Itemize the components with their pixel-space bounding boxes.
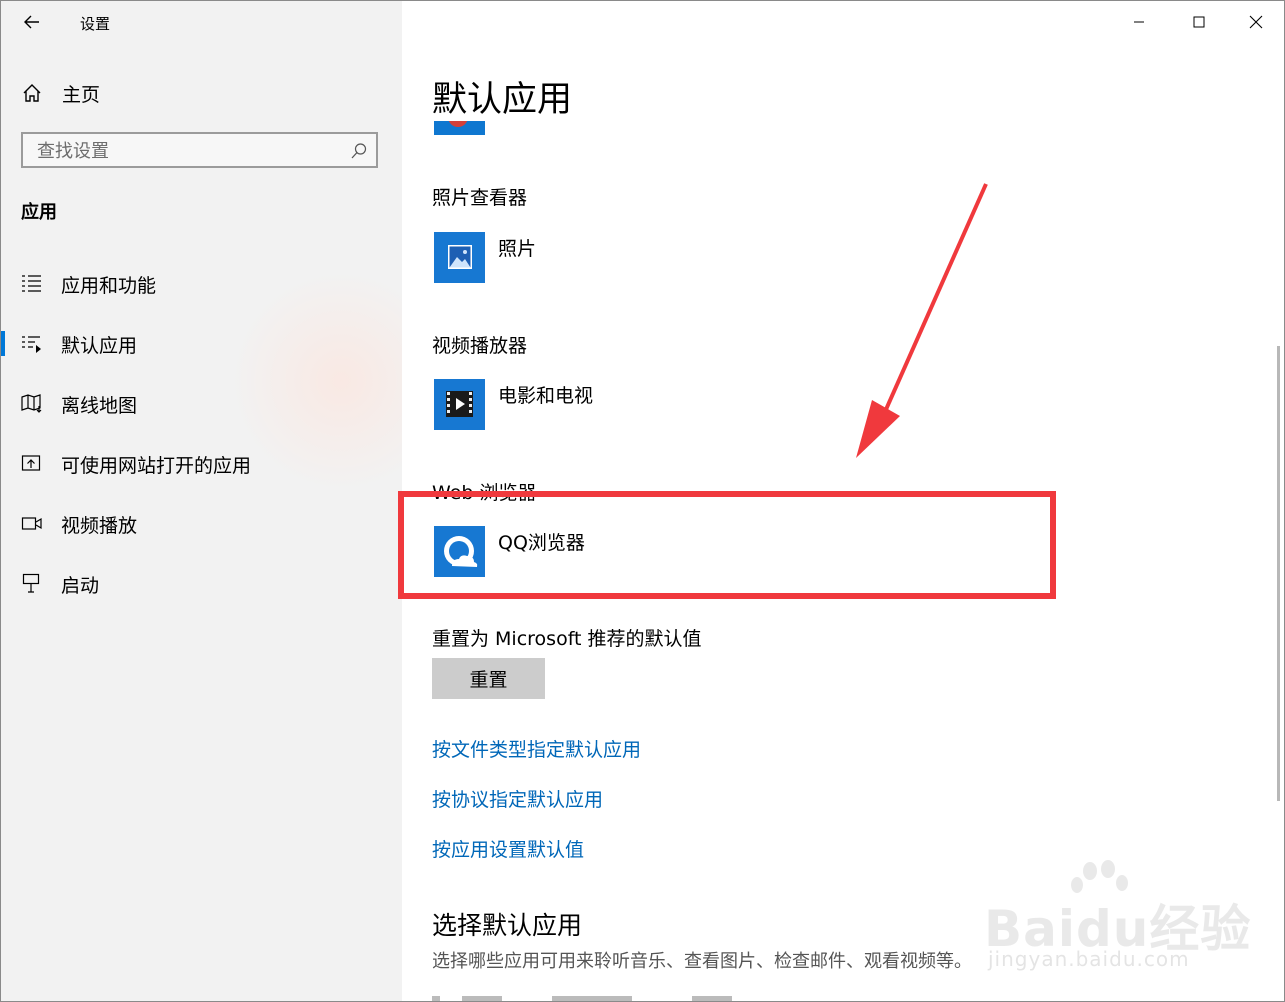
link-by-file-type[interactable]: 按文件类型指定默认应用 bbox=[432, 735, 641, 762]
app-name: 电影和电视 bbox=[498, 385, 594, 407]
search-input[interactable] bbox=[35, 137, 339, 165]
sidebar-item-label: 视频播放 bbox=[61, 515, 138, 537]
choose-default-apps-description: 选择哪些应用可用来聆听音乐、查看图片、检查邮件、观看视频等。 bbox=[432, 951, 972, 972]
minimize-button[interactable] bbox=[1124, 7, 1154, 37]
watermark-url: jingyan.baidu.com bbox=[988, 947, 1190, 971]
section-title: 应用 bbox=[21, 202, 57, 223]
close-icon bbox=[1249, 15, 1263, 29]
sidebar: 设置 主页 应用 应用和功能 bbox=[1, 1, 402, 1001]
app-name: 照片 bbox=[498, 238, 537, 260]
link-by-protocol[interactable]: 按协议指定默认应用 bbox=[432, 785, 603, 812]
sidebar-item-default-apps[interactable]: 默认应用 bbox=[1, 321, 402, 365]
scrollbar[interactable] bbox=[1277, 346, 1280, 801]
main-content: 默认应用 照片查看器 照片 视频播放器 电影和电视 Web 浏览器 QQ浏览器 … bbox=[398, 1, 1284, 1001]
sidebar-item-offline-maps[interactable]: 离线地图 bbox=[1, 381, 402, 425]
list-icon bbox=[22, 275, 41, 292]
selection-indicator bbox=[1, 331, 5, 356]
qq-browser-icon bbox=[434, 526, 485, 577]
back-button[interactable] bbox=[19, 9, 47, 37]
choose-default-apps-title: 选择默认应用 bbox=[432, 911, 583, 940]
reset-label: 重置为 Microsoft 推荐的默认值 bbox=[432, 628, 702, 650]
search-box[interactable] bbox=[21, 132, 378, 168]
sidebar-item-label: 应用和功能 bbox=[61, 275, 157, 297]
movies-tv-icon bbox=[434, 379, 485, 430]
sidebar-item-apps-features[interactable]: 应用和功能 bbox=[1, 261, 402, 305]
window-title: 设置 bbox=[80, 15, 111, 33]
default-apps-icon bbox=[22, 336, 41, 353]
default-app-video-player[interactable]: 电影和电视 bbox=[434, 379, 814, 431]
app-name: QQ浏览器 bbox=[498, 532, 585, 554]
maximize-button[interactable] bbox=[1184, 7, 1214, 37]
close-button[interactable] bbox=[1241, 7, 1271, 37]
map-icon bbox=[21, 394, 42, 413]
photos-icon bbox=[434, 232, 485, 283]
sidebar-item-video-playback[interactable]: 视频播放 bbox=[1, 501, 402, 545]
home-label: 主页 bbox=[62, 83, 101, 106]
open-website-icon bbox=[21, 455, 41, 471]
home-icon bbox=[23, 84, 41, 102]
default-app-photo-viewer[interactable]: 照片 bbox=[434, 232, 814, 284]
sidebar-item-startup[interactable]: 启动 bbox=[1, 561, 402, 605]
reset-button[interactable]: 重置 bbox=[432, 658, 545, 699]
video-icon bbox=[21, 517, 42, 530]
sidebar-home[interactable]: 主页 bbox=[21, 79, 100, 107]
cut-off-text-line bbox=[432, 996, 852, 1001]
page-title: 默认应用 bbox=[432, 80, 573, 120]
sidebar-item-label: 默认应用 bbox=[61, 335, 138, 357]
category-label-web-browser: Web 浏览器 bbox=[432, 482, 537, 504]
back-arrow-icon bbox=[24, 15, 39, 29]
sidebar-item-apps-for-websites[interactable]: 可使用网站打开的应用 bbox=[1, 441, 402, 485]
category-label-photo-viewer: 照片查看器 bbox=[432, 187, 528, 209]
startup-icon bbox=[22, 573, 40, 593]
watermark-text: Baidu经验 bbox=[984, 900, 1252, 958]
category-label-video-player: 视频播放器 bbox=[432, 335, 528, 357]
link-by-app[interactable]: 按应用设置默认值 bbox=[432, 835, 584, 862]
sidebar-item-label: 可使用网站打开的应用 bbox=[61, 455, 252, 477]
maximize-icon bbox=[1193, 16, 1205, 28]
paw-logo-icon bbox=[1071, 860, 1128, 893]
sidebar-item-label: 启动 bbox=[61, 575, 100, 597]
baidu-watermark: Baidu经验 jingyan.baidu.com bbox=[982, 859, 1282, 979]
settings-window: 设置 主页 应用 应用和功能 bbox=[0, 0, 1285, 1002]
minimize-icon bbox=[1134, 21, 1144, 23]
app-tile-partial[interactable] bbox=[434, 121, 485, 135]
annotation-arrow-icon bbox=[856, 183, 988, 458]
search-icon[interactable] bbox=[350, 142, 368, 160]
default-app-web-browser[interactable]: QQ浏览器 bbox=[434, 526, 814, 578]
sidebar-item-label: 离线地图 bbox=[61, 395, 138, 417]
